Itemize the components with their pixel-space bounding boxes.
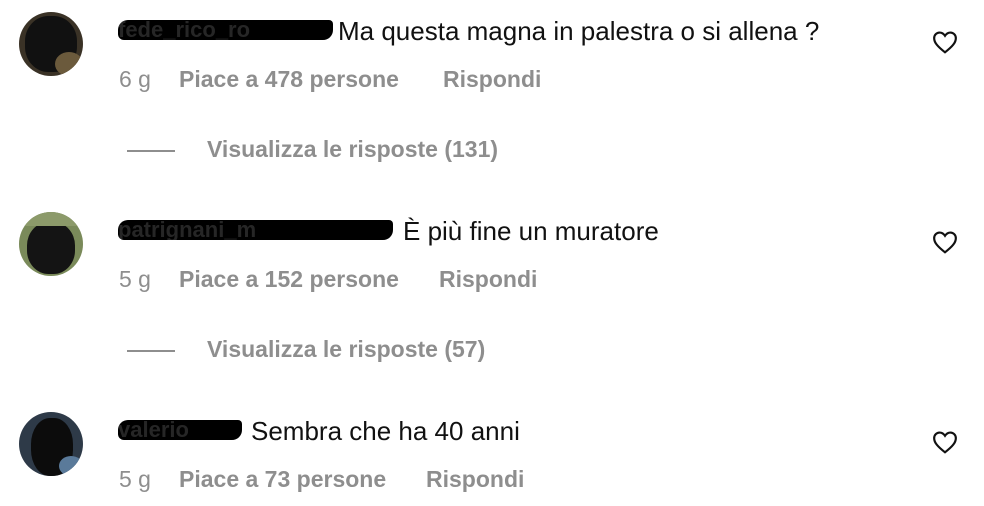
username-redacted[interactable]: patrignani_m — [118, 220, 393, 240]
comment-time: 5 g — [119, 266, 151, 292]
heart-icon[interactable] — [932, 230, 958, 254]
reply-button[interactable]: Rispondi — [439, 266, 537, 293]
comment-text: Ma questa magna in palestra o si allena … — [338, 16, 820, 46]
comment-item: patrignani_m È più fine un muratore 5 g … — [0, 200, 984, 320]
comment-time: 6 g — [119, 66, 151, 92]
view-replies-label: Visualizza le risposte (131) — [207, 136, 499, 162]
username-redacted[interactable]: fede_rico_ro — [118, 20, 333, 40]
reply-button[interactable]: Rispondi — [426, 466, 524, 493]
heart-icon[interactable] — [932, 30, 958, 54]
comment-text: È più fine un muratore — [403, 216, 659, 246]
avatar[interactable] — [19, 12, 83, 76]
comment-time: 5 g — [119, 466, 151, 492]
username-redacted[interactable]: valerio — [118, 420, 242, 440]
reply-button[interactable]: Rispondi — [443, 66, 541, 93]
view-replies-label: Visualizza le risposte (57) — [207, 336, 486, 362]
view-replies-button[interactable]: Visualizza le risposte (57) — [127, 336, 547, 366]
heart-icon[interactable] — [932, 430, 958, 454]
likes-count-button[interactable]: Piace a 152 persone — [179, 266, 399, 293]
likes-count-button[interactable]: Piace a 478 persone — [179, 66, 399, 93]
view-replies-button[interactable]: Visualizza le risposte (131) — [127, 136, 547, 166]
comment-item: fede_rico_ro Ma questa magna in palestra… — [0, 0, 984, 120]
replies-divider-line — [127, 150, 175, 152]
replies-divider-line — [127, 350, 175, 352]
likes-count-button[interactable]: Piace a 73 persone — [179, 466, 386, 493]
avatar[interactable] — [19, 412, 83, 476]
comment-item: valerio Sembra che ha 40 anni 5 g Piace … — [0, 400, 984, 506]
comment-text: Sembra che ha 40 anni — [251, 416, 520, 446]
avatar[interactable] — [19, 212, 83, 276]
